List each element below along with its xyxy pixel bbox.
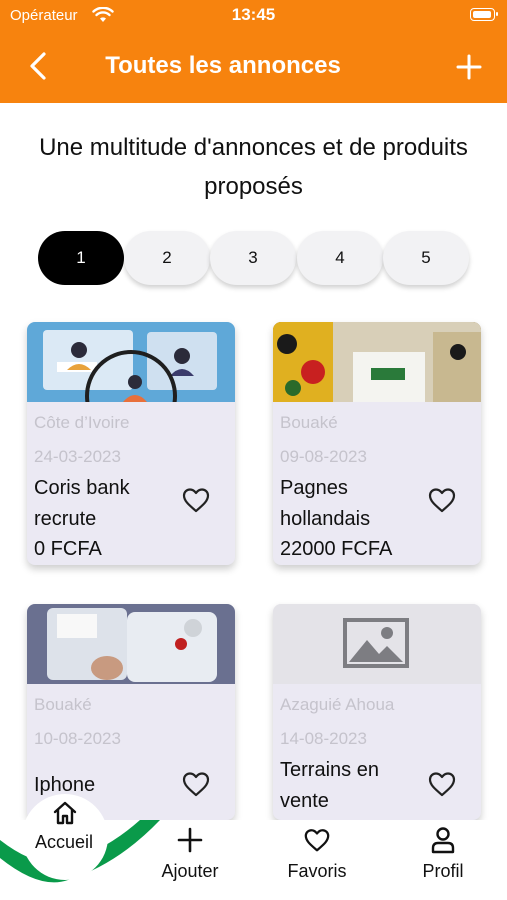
image-placeholder-icon — [343, 618, 409, 668]
ad-title: Coris bank recrute — [34, 477, 130, 530]
ad-card[interactable]: Bouaké 09-08-2023 Pagnes hollandais 2200… — [273, 322, 481, 565]
heart-icon[interactable] — [181, 770, 211, 798]
home-icon — [53, 801, 77, 825]
page-title: Toutes les annonces — [105, 52, 341, 79]
heart-icon[interactable] — [181, 486, 211, 514]
ad-image-phone — [27, 604, 235, 684]
page-button-4[interactable]: 4 — [297, 231, 383, 285]
ad-location: Bouaké — [280, 413, 338, 432]
nav-add[interactable]: Ajouter — [135, 820, 245, 900]
nav-home[interactable]: Accueil — [9, 794, 119, 858]
ad-location: Côte d’Ivoire — [34, 413, 130, 432]
ad-price: 0 FCFA — [34, 538, 102, 560]
nav-home-label: Accueil — [34, 832, 94, 852]
person-icon — [431, 827, 455, 854]
nav-add-label: Ajouter — [161, 861, 219, 881]
add-plus-icon[interactable] — [452, 50, 486, 84]
page-button-2[interactable]: 2 — [124, 231, 210, 285]
ad-card[interactable]: Côte d’Ivoire 24-03-2023 Coris bank recr… — [27, 322, 235, 565]
ad-image-fabric — [273, 322, 481, 402]
ad-location: Azaguié Ahoua — [280, 695, 395, 714]
status-bar: Opérateur 13:45 — [0, 0, 507, 30]
nav-favorites-label: Favoris — [287, 861, 347, 881]
bottom-navigation: Accueil Ajouter Favoris Profil — [0, 794, 507, 900]
ad-image-placeholder — [273, 604, 481, 684]
ad-date: 14-08-2023 — [280, 729, 367, 748]
ad-title: Terrains en vente — [280, 759, 379, 812]
ad-image-recruitment — [27, 322, 235, 402]
nav-favorites[interactable]: Favoris — [262, 820, 372, 900]
ad-price: 22000 FCFA — [280, 538, 393, 560]
page-button-5[interactable]: 5 — [383, 231, 469, 285]
ad-date: 10-08-2023 — [34, 729, 121, 748]
battery-icon — [470, 8, 498, 21]
page-button-1[interactable]: 1 — [38, 231, 124, 285]
ad-date: 24-03-2023 — [34, 447, 121, 466]
clock: 13:45 — [231, 5, 276, 24]
ad-date: 09-08-2023 — [280, 447, 367, 466]
heart-icon — [304, 829, 330, 852]
heart-icon[interactable] — [427, 770, 457, 798]
ad-location: Bouaké — [34, 695, 92, 714]
page-button-3[interactable]: 3 — [210, 231, 296, 285]
intro-text: Une multitude d'annonces et de produits … — [39, 134, 468, 200]
plus-icon — [177, 827, 203, 853]
ad-title: Pagnes hollandais — [280, 477, 371, 530]
pagination: 1 2 3 4 5 — [38, 231, 478, 285]
ad-card[interactable]: Bouaké 10-08-2023 Iphone — [27, 604, 235, 820]
nav-profile-label: Profil — [422, 861, 464, 881]
nav-profile[interactable]: Profil — [388, 820, 498, 900]
ad-card[interactable]: Azaguié Ahoua 14-08-2023 Terrains en ven… — [273, 604, 481, 820]
heart-icon[interactable] — [427, 486, 457, 514]
app-header: Opérateur 13:45 Toutes les annonces — [0, 0, 507, 103]
